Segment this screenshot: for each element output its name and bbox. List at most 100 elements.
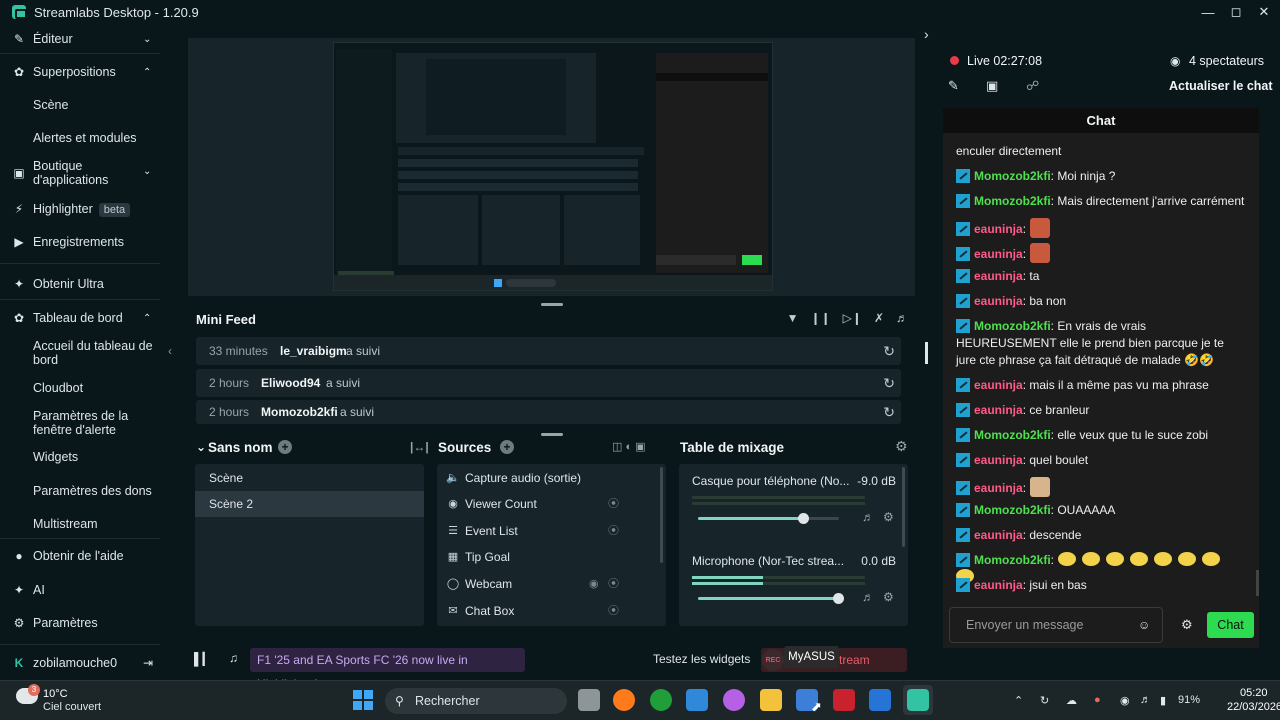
chat-username[interactable]: Momozob2kfi — [974, 319, 1051, 333]
expand-right-icon[interactable]: › — [924, 26, 929, 42]
battery-icon[interactable]: ▮ — [1160, 694, 1166, 707]
nav-alerts-widgets[interactable]: Alertes et modules — [0, 130, 160, 146]
chat-send-button[interactable]: Chat — [1207, 612, 1254, 638]
notification-bell-icon[interactable]: ♫ — [229, 651, 238, 665]
close-button[interactable]: ✕ — [1250, 0, 1278, 24]
skip-icon[interactable]: ▷❙ — [843, 311, 862, 325]
chat-username[interactable]: eauninja — [974, 481, 1023, 495]
chat-username[interactable]: eauninja — [974, 453, 1023, 467]
chat-username[interactable]: Momozob2kfi — [974, 503, 1051, 517]
add-scene-icon[interactable]: + — [278, 440, 292, 454]
refresh-chat-button[interactable]: Actualiser le chat — [1169, 79, 1273, 93]
store-app-icon[interactable] — [686, 689, 708, 711]
nav-dashboard[interactable]: ✿ Tableau de bord ⌃ — [0, 310, 160, 326]
hidden-eye-icon[interactable]: ⦿ — [608, 491, 619, 517]
volume-icon[interactable]: ♬ — [862, 590, 874, 604]
file-explorer-icon[interactable] — [760, 689, 782, 711]
hidden-eye-icon[interactable]: ⦿ — [608, 598, 619, 624]
scenes-title[interactable]: Sans nom — [208, 440, 273, 455]
source-item[interactable]: ◉ Viewer Count ⦿ — [437, 491, 657, 517]
chat-username[interactable]: eauninja — [974, 578, 1023, 592]
taskbar-search[interactable]: ⚲ Rechercher — [385, 688, 567, 714]
chat-scrollbar[interactable] — [1256, 570, 1259, 596]
logout-icon[interactable]: ⇥ — [143, 656, 153, 670]
chevron-up-icon[interactable]: ⌃ — [1014, 694, 1023, 707]
hidden-eye-icon[interactable]: ⦿ — [608, 518, 619, 544]
cloud-tray-icon[interactable]: ☁ — [1066, 694, 1077, 707]
wifi-icon[interactable]: ◉ — [1120, 694, 1130, 707]
nav-editor[interactable]: ✎ Éditeur ⌄ — [0, 31, 160, 47]
chat-username[interactable]: Momozob2kfi — [974, 194, 1051, 208]
windows-start-icon[interactable] — [353, 690, 373, 710]
user-account[interactable]: K zobilamouche0 ⇥ — [0, 655, 160, 671]
share-icon[interactable]: ☍ — [1026, 78, 1039, 94]
weather-desc[interactable]: Ciel couvert — [43, 701, 101, 713]
resize-handle[interactable] — [541, 433, 563, 436]
notification-banner[interactable]: F1 '25 and EA Sports FC '26 now live in … — [250, 648, 525, 691]
nav-highlighter[interactable]: ⚡ Highlighter beta — [0, 200, 160, 218]
edit-stream-info-icon[interactable]: ✎ — [948, 78, 959, 94]
store-icon[interactable]: ▣ — [986, 78, 998, 94]
chat-username[interactable]: eauninja — [974, 403, 1023, 417]
hidden-eye-icon[interactable]: ⦿ — [608, 571, 619, 597]
source-item[interactable]: ◯ Webcam ◉ ⦿ — [437, 571, 657, 597]
nav-overlays[interactable]: ✿ Superpositions ⌃ — [0, 64, 160, 80]
source-item[interactable]: 🔈 Capture audio (sortie) — [437, 465, 657, 491]
nav-help[interactable]: ● Obtenir de l'aide — [0, 548, 160, 564]
lock-icon[interactable]: ◉ — [589, 571, 599, 597]
mute-alerts-icon[interactable]: ✗ — [874, 311, 884, 325]
scene-item-selected[interactable]: Scène 2 — [195, 491, 424, 517]
pause-icon[interactable]: ❙❙ — [811, 311, 831, 325]
firefox-icon[interactable] — [613, 689, 635, 711]
chat-username[interactable]: eauninja — [974, 528, 1023, 542]
chat-settings-icon[interactable]: ⚙ — [1181, 617, 1193, 633]
collapse-left-icon[interactable]: ‹ — [168, 344, 172, 358]
chat-username[interactable]: eauninja — [974, 269, 1023, 283]
scrollbar[interactable] — [902, 467, 905, 547]
nav-ultra[interactable]: ✦ Obtenir Ultra — [0, 276, 160, 292]
channel-settings-icon[interactable]: ⚙ — [883, 510, 894, 524]
maximize-button[interactable]: ◻ — [1222, 0, 1250, 24]
performance-icon[interactable]: ▌▎ — [194, 652, 212, 666]
nav-alertbox-settings[interactable]: Paramètres de la fenêtre d'alerte — [0, 408, 160, 438]
volume-slider[interactable] — [698, 593, 844, 604]
add-source-icon[interactable]: + — [500, 440, 514, 454]
test-widgets-button[interactable]: Testez les widgets — [653, 652, 750, 666]
volume-icon[interactable]: ♬ — [896, 311, 908, 325]
chat-username[interactable]: Momozob2kfi — [974, 169, 1051, 183]
minimize-button[interactable]: — — [1194, 0, 1222, 24]
clock-date[interactable]: 22/03/2026 — [1227, 701, 1280, 713]
nav-cloudbot[interactable]: Cloudbot — [0, 380, 160, 396]
emoji-icon[interactable]: ☺ — [1138, 618, 1150, 632]
source-item[interactable]: ☰ Event List ⦿ — [437, 518, 657, 544]
nav-donation-settings[interactable]: Paramètres des dons — [0, 483, 160, 499]
nav-settings[interactable]: ⚙ Paramètres — [0, 615, 160, 631]
xbox-icon[interactable] — [650, 689, 672, 711]
scene-transitions-icon[interactable]: |↔| — [410, 440, 429, 454]
nav-recordings[interactable]: ▶ Enregistrements — [0, 234, 160, 250]
chat-username[interactable]: eauninja — [974, 294, 1023, 308]
streamlabs-taskbar-icon[interactable] — [907, 689, 929, 711]
volume-slider-knob[interactable] — [797, 513, 809, 524]
resize-handle[interactable] — [541, 303, 563, 306]
scene-item[interactable]: Scène — [195, 465, 424, 491]
volume-slider[interactable] — [698, 513, 839, 524]
record-button[interactable]: REC — [762, 649, 784, 671]
clock-time[interactable]: 05:20 — [1240, 687, 1268, 699]
chat-username[interactable]: eauninja — [974, 222, 1023, 236]
replay-icon[interactable]: ↻ — [883, 404, 895, 421]
scrollbar[interactable] — [660, 467, 663, 563]
sync-icon[interactable]: ↻ — [1040, 694, 1049, 707]
task-view-icon[interactable] — [578, 689, 600, 711]
nav-widgets[interactable]: Widgets — [0, 449, 160, 465]
chat-username[interactable]: Momozob2kfi — [974, 428, 1051, 442]
mixer-settings-icon[interactable]: ⚙ — [895, 438, 908, 455]
source-item[interactable]: ▦ Tip Goal — [437, 544, 657, 570]
weather-temp[interactable]: 10°C — [43, 688, 68, 700]
channel-settings-icon[interactable]: ⚙ — [883, 590, 894, 604]
chat-message-input[interactable]: Envoyer un message — [949, 607, 1163, 643]
mail-icon[interactable] — [869, 689, 891, 711]
battery-percent[interactable]: 91% — [1178, 694, 1200, 706]
speaker-tray-icon[interactable]: ♬ — [1140, 694, 1151, 706]
replay-icon[interactable]: ↻ — [883, 375, 895, 392]
